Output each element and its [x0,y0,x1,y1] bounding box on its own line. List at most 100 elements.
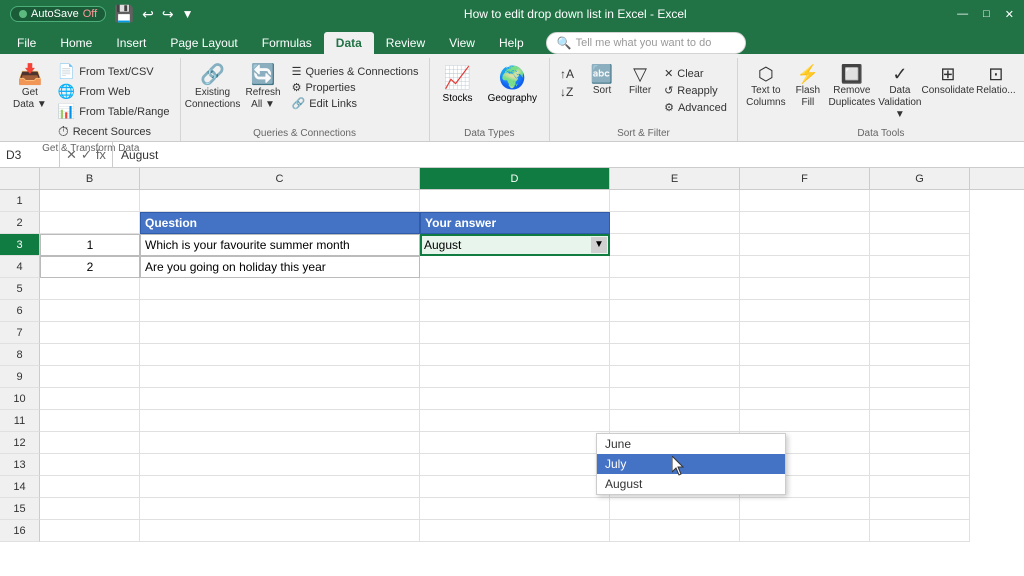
cell-d11[interactable] [420,410,610,432]
col-header-b[interactable]: B [40,168,140,189]
reapply-button[interactable]: ↺ Reapply [660,83,731,98]
cell-d6[interactable] [420,300,610,322]
cell-reference[interactable]: D3 [0,142,60,167]
cell-g9[interactable] [870,366,970,388]
quick-access-redo[interactable]: ↪ [162,6,174,23]
cell-c8[interactable] [140,344,420,366]
cell-b1[interactable] [40,190,140,212]
cell-f2[interactable] [740,212,870,234]
refresh-all-button[interactable]: 🔄 RefreshAll ▼ [241,62,286,114]
cell-g14[interactable] [870,476,970,498]
quick-access-undo[interactable]: ↩ [142,6,154,23]
col-header-f[interactable]: F [740,168,870,189]
maximize-button[interactable]: □ [983,8,990,21]
tab-view[interactable]: View [437,32,487,54]
cell-e2[interactable] [610,212,740,234]
cell-b5[interactable] [40,278,140,300]
cell-d15[interactable] [420,498,610,520]
cell-b6[interactable] [40,300,140,322]
window-controls[interactable]: — □ ✕ [957,8,1014,21]
properties-button[interactable]: ⚙ Properties [288,80,423,95]
cell-b14[interactable] [40,476,140,498]
row-header-10[interactable]: 10 [0,388,40,410]
from-text-csv-button[interactable]: 📄 From Text/CSV [54,62,174,81]
from-table-range-button[interactable]: 📊 From Table/Range [54,102,174,121]
cell-d14[interactable] [420,476,610,498]
dropdown-arrow[interactable]: ▼ [591,237,607,253]
row-header-12[interactable]: 12 [0,432,40,454]
cell-g11[interactable] [870,410,970,432]
dropdown-item-july[interactable]: July [597,454,785,474]
sort-button[interactable]: 🔤 Sort [584,62,620,100]
cell-d4[interactable] [420,256,610,278]
quick-access-more[interactable]: ▼ [182,7,194,21]
cell-c1[interactable] [140,190,420,212]
advanced-button[interactable]: ⚙ Advanced [660,100,731,115]
row-header-8[interactable]: 8 [0,344,40,366]
cell-f6[interactable] [740,300,870,322]
cell-b16[interactable] [40,520,140,542]
cell-g15[interactable] [870,498,970,520]
cell-c5[interactable] [140,278,420,300]
cell-c2-question[interactable]: Question [140,212,420,234]
cell-c6[interactable] [140,300,420,322]
cell-g6[interactable] [870,300,970,322]
cell-e4[interactable] [610,256,740,278]
cell-g13[interactable] [870,454,970,476]
cell-f15[interactable] [740,498,870,520]
cell-d7[interactable] [420,322,610,344]
cell-g3[interactable] [870,234,970,256]
tab-formulas[interactable]: Formulas [250,32,324,54]
cell-g12[interactable] [870,432,970,454]
cell-b15[interactable] [40,498,140,520]
cell-f4[interactable] [740,256,870,278]
row-header-4[interactable]: 4 [0,256,40,278]
row-header-14[interactable]: 14 [0,476,40,498]
get-data-button[interactable]: 📥 GetData ▼ [8,62,52,114]
cell-d13[interactable] [420,454,610,476]
cell-g10[interactable] [870,388,970,410]
stocks-button[interactable]: 📈 Stocks [436,62,480,107]
cell-c7[interactable] [140,322,420,344]
cell-d16[interactable] [420,520,610,542]
cell-f3[interactable] [740,234,870,256]
cell-f10[interactable] [740,388,870,410]
from-web-button[interactable]: 🌐 From Web [54,82,174,101]
geography-button[interactable]: 🌍 Geography [482,62,543,107]
cell-b12[interactable] [40,432,140,454]
row-header-7[interactable]: 7 [0,322,40,344]
recent-sources-button[interactable]: ⏱ Recent Sources [54,122,174,141]
cell-e3[interactable] [610,234,740,256]
cell-d2-answer[interactable]: Your answer [420,212,610,234]
tab-insert[interactable]: Insert [104,32,158,54]
cell-c16[interactable] [140,520,420,542]
cell-d1[interactable] [420,190,610,212]
cell-b7[interactable] [40,322,140,344]
quick-access-save[interactable]: 💾 [114,4,134,24]
tab-review[interactable]: Review [374,32,437,54]
tab-help[interactable]: Help [487,32,536,54]
cell-c14[interactable] [140,476,420,498]
confirm-formula-icon[interactable]: ✓ [81,147,92,163]
remove-duplicates-button[interactable]: 🔲 RemoveDuplicates [828,62,876,112]
sort-asc-button[interactable]: ↑A [556,66,582,82]
row-header-3[interactable]: 3 [0,234,40,256]
text-to-columns-button[interactable]: ⬡ Text toColumns [744,62,788,112]
cell-c11[interactable] [140,410,420,432]
flash-fill-button[interactable]: ⚡ FlashFill [790,62,826,112]
cell-b4[interactable]: 2 [40,256,140,278]
cell-d9[interactable] [420,366,610,388]
cell-g1[interactable] [870,190,970,212]
cell-c12[interactable] [140,432,420,454]
cell-d10[interactable] [420,388,610,410]
cell-b3[interactable]: 1 [40,234,140,256]
tab-home[interactable]: Home [48,32,104,54]
sort-desc-button[interactable]: ↓Z [556,84,582,100]
cell-f7[interactable] [740,322,870,344]
col-header-c[interactable]: C [140,168,420,189]
cell-f5[interactable] [740,278,870,300]
row-header-13[interactable]: 13 [0,454,40,476]
insert-function-icon[interactable]: fx [96,147,106,162]
cell-f8[interactable] [740,344,870,366]
cell-e7[interactable] [610,322,740,344]
